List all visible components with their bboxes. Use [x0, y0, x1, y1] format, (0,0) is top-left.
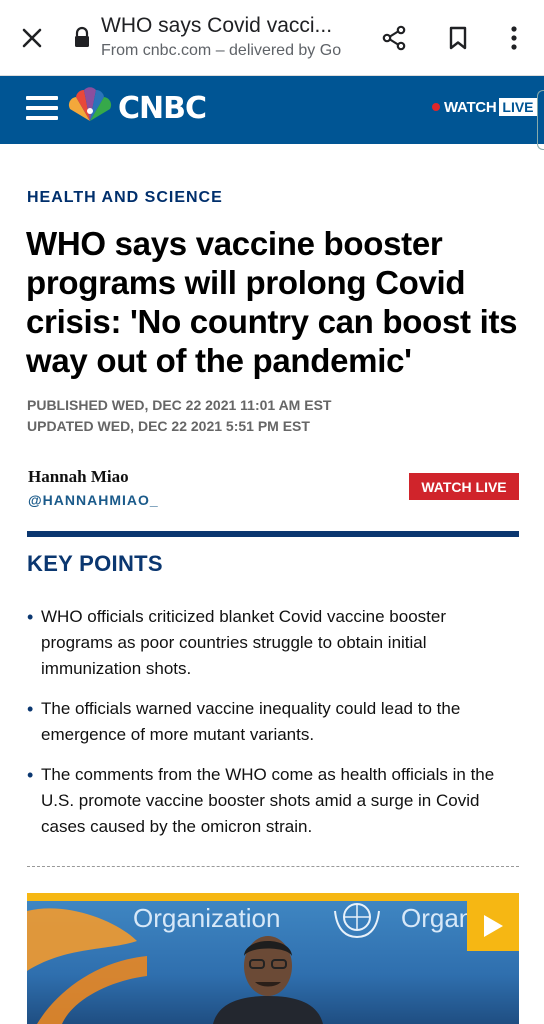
close-icon[interactable]	[14, 20, 50, 56]
section-divider	[27, 866, 519, 867]
published-timestamp: PUBLISHED WED, DEC 22 2021 11:01 AM EST	[27, 397, 332, 413]
speaker-figure	[213, 936, 323, 1024]
key-point-item: • The comments from the WHO come as heal…	[27, 762, 519, 840]
video-thumbnail[interactable]: Organization Organ	[27, 901, 519, 1024]
who-ribbon-graphic	[27, 908, 147, 1024]
updated-timestamp: UPDATED WED, DEC 22 2021 5:51 PM EST	[27, 418, 310, 434]
author-name[interactable]: Hannah Miao	[28, 467, 129, 487]
key-point-item: • WHO officials criticized blanket Covid…	[27, 604, 519, 682]
site-header: CNBC WATCH LIVE	[0, 76, 544, 144]
browser-toolbar: WHO says Covid vacci... From cnbc.com – …	[0, 0, 544, 76]
cnbc-logo-text[interactable]: CNBC	[118, 91, 207, 126]
live-dot-icon	[432, 103, 440, 111]
share-icon[interactable]	[376, 20, 412, 56]
bookmark-icon[interactable]	[440, 20, 476, 56]
browser-page-title[interactable]: WHO says Covid vacci...	[101, 14, 356, 38]
video-player[interactable]: Organization Organ	[27, 893, 519, 1024]
key-point-text: WHO officials criticized blanket Covid v…	[41, 607, 447, 678]
hamburger-menu-icon[interactable]	[26, 96, 58, 122]
lock-icon	[72, 26, 92, 48]
key-points-title: KEY POINTS	[27, 551, 163, 576]
key-point-item: • The officials warned vaccine inequalit…	[27, 696, 519, 748]
play-button[interactable]	[467, 901, 519, 951]
more-options-icon[interactable]	[496, 20, 532, 56]
bullet-icon: •	[27, 765, 34, 785]
article-section-label[interactable]: HEALTH AND SCIENCE	[27, 189, 223, 207]
author-twitter-handle[interactable]: @HANNAHMIAO_	[28, 492, 159, 508]
key-point-text: The officials warned vaccine inequality …	[41, 699, 461, 744]
who-emblem-icon	[334, 903, 380, 939]
watch-label: WATCH	[444, 98, 497, 116]
backdrop-text-right: Organ	[401, 903, 474, 933]
edge-panel-handle[interactable]	[537, 90, 544, 150]
nbc-peacock-logo[interactable]	[66, 87, 114, 123]
bullet-icon: •	[27, 607, 34, 627]
article-headline: WHO says vaccine booster programs will p…	[26, 225, 518, 379]
key-point-text: The comments from the WHO come as health…	[41, 765, 495, 836]
play-icon	[484, 915, 503, 937]
key-points-divider	[27, 531, 519, 537]
live-badge: LIVE	[499, 98, 537, 116]
header-watch-live[interactable]: WATCH LIVE	[432, 98, 537, 116]
browser-page-source[interactable]: From cnbc.com – delivered by Go	[101, 42, 356, 60]
watch-live-button[interactable]: WATCH LIVE	[409, 473, 519, 500]
bullet-icon: •	[27, 699, 34, 719]
